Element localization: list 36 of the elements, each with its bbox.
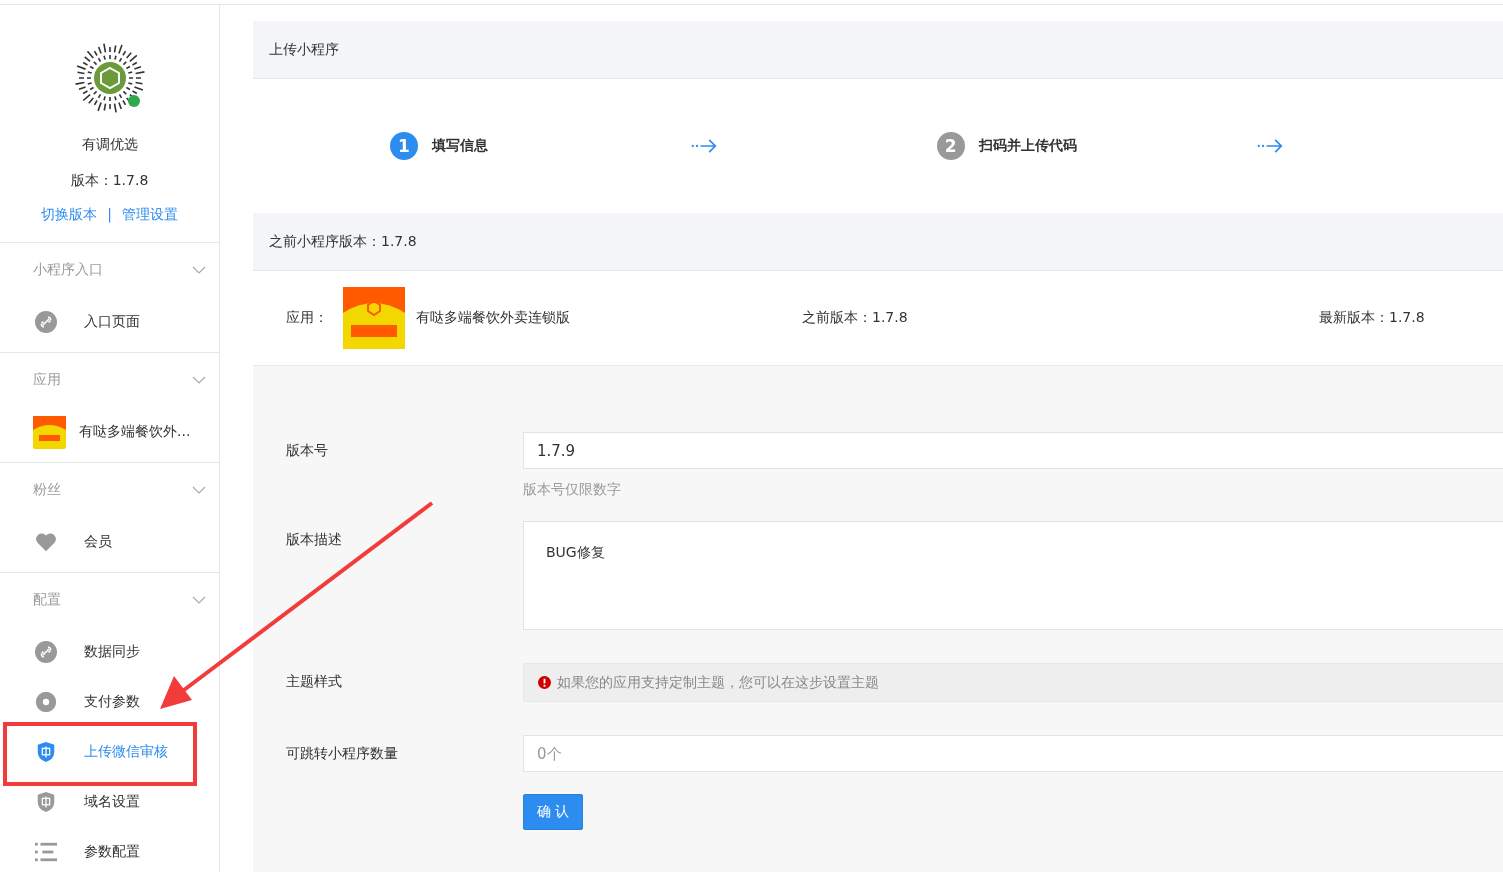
group-title: 配置 (33, 591, 61, 609)
app-label: 应用： (286, 309, 329, 327)
sidebar-item[interactable]: 参数配置 (35, 835, 140, 869)
group-title: 应用 (33, 371, 61, 389)
sidebar-item[interactable]: 域名设置 (35, 785, 140, 819)
manage-settings-link[interactable]: 管理设置 (121, 206, 178, 224)
switch-version-link[interactable]: 切换版本 (41, 206, 98, 224)
field-label: 主题样式 (286, 672, 343, 691)
input-field[interactable]: 0个 (523, 735, 1503, 772)
previous-version-text: 之前版本：1.7.8 (802, 309, 909, 327)
step-label: 扫码并上传代码 (978, 137, 1077, 155)
step-number: 1 (390, 132, 418, 160)
link-separator: | (107, 206, 112, 224)
field-label: 可跳转小程序数量 (286, 744, 399, 763)
sidebar-item[interactable]: 上传微信审核 (35, 735, 168, 769)
input-field[interactable]: 1.7.9 (523, 432, 1503, 469)
sidebar-item[interactable]: 数据同步 (35, 635, 140, 669)
field-label: 版本号 (286, 441, 329, 460)
app-name-text: 有哒多端餐饮外卖连锁版 (416, 309, 571, 327)
step-number: 2 (936, 132, 965, 160)
textarea-field[interactable]: BUG修复 (523, 521, 1503, 630)
sidebar-item[interactable]: 有哒多端餐饮外... (35, 415, 191, 449)
field-hint: 版本号仅限数字 (523, 481, 622, 499)
latest-version-text: 最新版本：1.7.8 (1319, 309, 1425, 327)
version-text: 版本：1.7.8 (70, 172, 149, 190)
group-title: 粉丝 (33, 481, 61, 499)
sidebar-item[interactable]: 会员 (35, 525, 112, 559)
previous-version-title: 之前小程序版本：1.7.8 (269, 232, 417, 251)
notice-text: 如果您的应用支持定制主题，您可以在这步设置主题 (557, 673, 879, 692)
step-label: 填写信息 (432, 137, 488, 155)
field-label: 版本描述 (286, 530, 343, 549)
group-title: 小程序入口 (33, 261, 103, 279)
app-name: 有调优选 (81, 136, 138, 154)
sidebar-item[interactable]: 支付参数 (35, 685, 140, 719)
page-title: 上传小程序 (269, 40, 339, 59)
sidebar-item[interactable]: 入口页面 (35, 305, 140, 339)
